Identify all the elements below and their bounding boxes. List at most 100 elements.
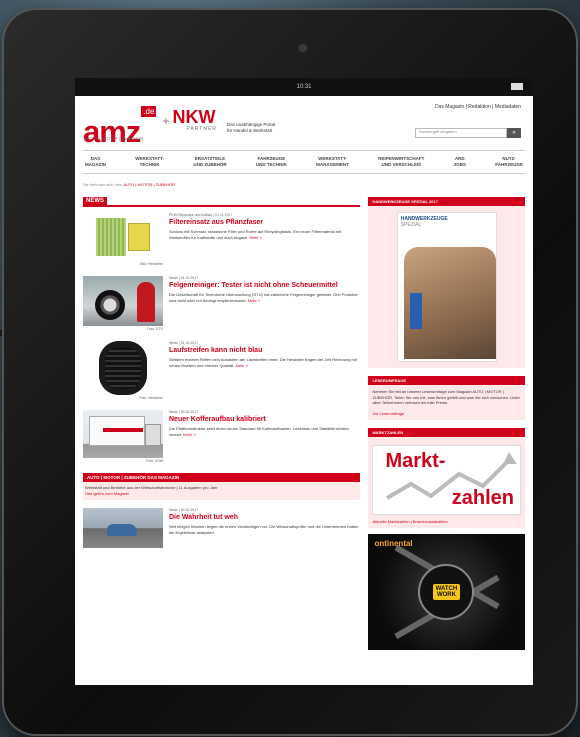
news-body: News | 30.10.2017 Die Wahrheit tut weh S… — [169, 508, 360, 548]
nav-item-magazin[interactable]: DAS MAGAZIN — [85, 151, 106, 173]
news-title[interactable]: Neuer Kofferaufbau kalibriert — [169, 416, 360, 424]
nav-item-jobs[interactable]: ARD JOBS — [454, 151, 466, 173]
continental-ad[interactable]: ontinental WATCH WORK — [368, 533, 525, 650]
wheel-shape — [95, 290, 125, 320]
tagline: Das unabhängige Portal für Handel & Werk… — [226, 122, 276, 133]
news-title[interactable]: Laufstreifen kann nicht blau — [169, 347, 360, 355]
news-image[interactable]: Foto: Hersteller — [83, 341, 163, 400]
news-item[interactable]: News | 30.10.2017 Die Wahrheit tut weh S… — [83, 508, 360, 548]
more-link[interactable]: Mehr » — [183, 432, 195, 437]
news-image[interactable]: Foto: KSW — [83, 410, 163, 463]
image-caption: Foto: Hersteller — [139, 396, 163, 400]
news-text: Die Gesellschaft für Technische Überwach… — [169, 292, 358, 303]
tablet-device: 10:31 amz .de AUTO | MOTOR | ZUBEHÖR + N… — [2, 8, 578, 736]
magazine-cover[interactable]: HANDWERKZEUGE SPEZIAL — [396, 212, 497, 362]
handwerkzeuge-header[interactable]: HANDWERKZEUGE SPEZIAL 2017 — [368, 197, 525, 206]
news-item[interactable]: Bild: Hersteller PKW-Reparatur und Aufba… — [83, 213, 360, 266]
news-column: NEWS Bild: Hersteller PKW-Reparatur und … — [83, 197, 361, 650]
image-caption: Bild: Hersteller — [140, 262, 163, 266]
tool-image — [409, 293, 422, 329]
tablet-screen: 10:31 amz .de AUTO | MOTOR | ZUBEHÖR + N… — [75, 78, 533, 685]
cover-title: HANDWERKZEUGE SPEZIAL — [400, 216, 448, 228]
website: amz .de AUTO | MOTOR | ZUBEHÖR + NKW PAR… — [75, 96, 533, 650]
truck-image — [83, 410, 163, 458]
ad-badge: WATCH WORK — [432, 583, 461, 600]
news-image[interactable]: Foto: GTÜ — [83, 276, 163, 331]
blue-car-shape — [107, 524, 137, 536]
news-title[interactable]: Felgenreiniger: Tester ist nicht ohne Sc… — [169, 282, 360, 290]
magazine-banner-header[interactable]: AUTO | MOTOR | ZUBEHÖR DAS MAGAZIN — [83, 473, 361, 482]
topnav-mediadaten[interactable]: Mediadaten — [495, 104, 521, 110]
green-filter-shape — [96, 218, 126, 256]
marktzahlen-subtext[interactable]: Aktuelle Marktzahlen | Branchenstatistik… — [372, 519, 521, 524]
leserumfrage-box: Nehmen Sie teil an unserer Leserumfrage … — [368, 385, 525, 420]
nav-item-werkstatt-technik[interactable]: WERKSTATT- TECHNIK — [135, 151, 164, 173]
news-text: Schluss mit Schmutz, klassische Filter u… — [169, 229, 342, 240]
truck-stripe-shape — [103, 428, 143, 432]
news-item[interactable]: Foto: KSW News | 30.10.2017 Neuer Koffer… — [83, 410, 360, 463]
more-link[interactable]: Mehr » — [248, 298, 260, 303]
nav-item-nutzfahrzeuge[interactable]: NUTZ- FAHRZEUGE — [495, 151, 523, 173]
breadcrumb: Sie befinden sich hier: AUTO | MOTOR | Z… — [83, 182, 176, 187]
nkw-title: NKW — [172, 107, 216, 127]
news-body: News | 31.10.2017 Laufstreifen kann nich… — [169, 341, 360, 400]
topnav-magazin[interactable]: Das Magazin — [435, 104, 464, 110]
more-link[interactable]: Mehr » — [236, 363, 248, 368]
magazine-banner-text: Werkstatt und Betriebe aus der Wirtschaf… — [83, 482, 361, 500]
news-meta: PKW-Reparatur und Aufbau | 01.11.2017 — [169, 213, 233, 217]
nav-item-ersatzteile[interactable]: ERSATZTEILE UND ZUBEHÖR — [193, 151, 226, 173]
search-input[interactable]: Suchbegriff eingeben — [415, 128, 507, 138]
news-item[interactable]: Foto: Hersteller News | 31.10.2017 Laufs… — [83, 341, 360, 400]
zahlen-word: zahlen — [451, 486, 514, 509]
news-meta: News | 30.10.2017 — [169, 410, 199, 414]
leserumfrage-header[interactable]: LESERUMFRAGE — [368, 376, 525, 385]
topnav-redaktion[interactable]: Redaktion — [468, 104, 491, 110]
news-image[interactable] — [83, 508, 163, 548]
camera-icon — [299, 44, 307, 52]
news-meta: News | 30.10.2017 — [169, 508, 199, 512]
main-nav: DAS MAGAZIN WERKSTATT- TECHNIK ERSATZTEILE… — [83, 150, 525, 174]
leserumfrage-text: Nehmen Sie teil an unserer Leserumfrage … — [372, 389, 520, 405]
breadcrumb-current[interactable]: AUTO | MOTOR | ZUBEHÖR — [123, 182, 175, 187]
image-caption: Foto: KSW — [146, 459, 163, 463]
news-image[interactable]: Bild: Hersteller — [83, 213, 163, 266]
nav-item-werkstatt-management[interactable]: WERKSTATT- MANAGEMENT — [316, 151, 349, 173]
nav-item-reifenwirtschaft[interactable]: REIFENWIRTSCHAFT UND VERSCHLEIß — [378, 151, 424, 173]
sidebar: HANDWERKZEUGE SPEZIAL 2017 HANDWERKZEUGE… — [368, 197, 525, 650]
yellow-filter-shape — [128, 223, 150, 251]
news-title[interactable]: Filtereinsatz aus Pflanzfaser — [169, 219, 360, 227]
news-meta: News | 31.10.2017 — [169, 341, 199, 345]
worker-shape — [137, 282, 155, 322]
truck-cab-shape — [145, 424, 161, 446]
news-text: Die Plattformstruktur setzt einen neuen … — [169, 426, 349, 437]
status-time: 10:31 — [296, 84, 312, 90]
image-caption: Foto: GTÜ — [146, 327, 163, 331]
nkw-partner-logo[interactable]: NKW PARTNER — [172, 108, 216, 146]
status-bar: 10:31 — [75, 78, 533, 96]
more-link[interactable]: Mehr » — [250, 235, 262, 240]
news-section-header: NEWS — [83, 197, 361, 207]
search-button[interactable]: » — [507, 128, 521, 138]
marktzahlen-header[interactable]: MARKTZAHLEN — [368, 427, 525, 437]
marktzahlen-graphic[interactable]: Markt- zahlen — [372, 444, 521, 515]
ad-circle: WATCH WORK — [418, 563, 475, 620]
news-text: Seitdem erzielen Reifen kein Auslaufen d… — [169, 357, 357, 368]
news-item[interactable]: Foto: GTÜ News | 31.10.2017 Felgenreinig… — [83, 276, 360, 331]
news-meta: News | 31.10.2017 — [169, 276, 199, 280]
search-box: Suchbegriff eingeben » — [415, 128, 521, 138]
site-header: amz .de AUTO | MOTOR | ZUBEHÖR + NKW PAR… — [83, 104, 525, 149]
plus-sign: + — [162, 114, 170, 128]
battery-icon — [511, 83, 523, 90]
logo-text: amz — [83, 114, 141, 149]
tire-image — [83, 341, 163, 395]
nav-item-fahrzeuge[interactable]: FAHRZEUGE UND TECHNIK — [256, 151, 287, 173]
nkw-subtitle: PARTNER — [186, 126, 217, 132]
leserumfrage-link[interactable]: Zur Leserumfrage — [372, 411, 521, 416]
filter-image — [83, 213, 163, 261]
magazine-link[interactable]: Hier geht's zum Magazin — [85, 491, 129, 496]
handwerkzeuge-box[interactable]: HANDWERKZEUGE SPEZIAL — [368, 206, 525, 368]
news-body: PKW-Reparatur und Aufbau | 01.11.2017 Fi… — [169, 213, 360, 266]
car-wheel-image — [83, 276, 163, 326]
news-title[interactable]: Die Wahrheit tut weh — [169, 514, 360, 522]
news-body: News | 31.10.2017 Felgenreiniger: Tester… — [169, 276, 360, 331]
